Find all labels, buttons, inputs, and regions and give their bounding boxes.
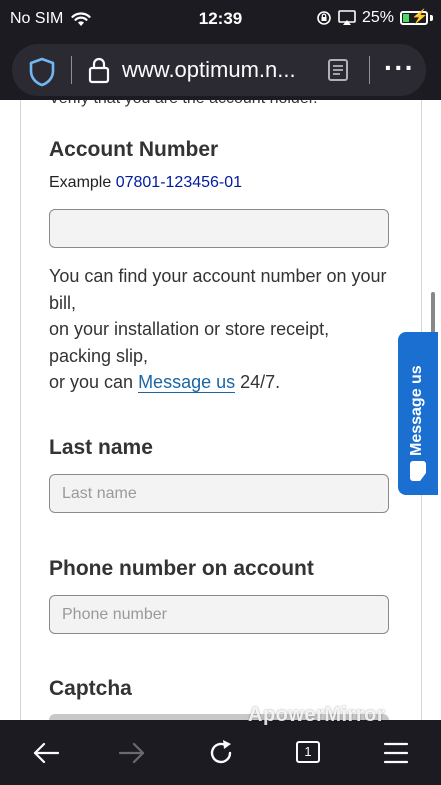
account-number-example: Example 07801-123456-01	[49, 174, 242, 192]
battery-percent: 25%	[361, 9, 394, 26]
tabs-button[interactable]: 1	[296, 741, 320, 763]
help-prefix: or you can	[49, 372, 139, 392]
forward-arrow-icon[interactable]	[117, 738, 147, 768]
example-value: 07801-123456-01	[115, 174, 243, 191]
help-line-1: You can find your account number on your…	[49, 266, 387, 313]
last-name-input[interactable]	[49, 474, 389, 513]
more-menu-icon[interactable]: ···	[384, 52, 415, 84]
tab-count: 1	[304, 744, 312, 759]
status-bar: No SIM 12:39 25% ⚡	[0, 0, 441, 38]
address-bar[interactable]: www.optimum.n... ···	[12, 44, 426, 96]
status-right: 25% ⚡	[316, 9, 433, 27]
last-name-label: Last name	[49, 436, 153, 459]
browser-toolbar: www.optimum.n... ···	[0, 38, 441, 100]
page-content: Verify that you are the account holder. …	[20, 100, 422, 720]
battery-tip	[430, 15, 433, 21]
help-line-3: or you can Message us 24/7.	[49, 369, 394, 396]
reload-icon[interactable]	[206, 738, 236, 768]
captcha-label: Captcha	[49, 677, 132, 700]
airplay-icon	[338, 10, 356, 25]
battery-icon: ⚡	[400, 9, 428, 25]
phone-number-input[interactable]	[49, 595, 389, 634]
cutoff-text: Verify that you are the account holder.	[49, 100, 318, 108]
message-us-tab[interactable]: Message us	[398, 332, 438, 495]
lock-icon	[88, 57, 110, 84]
bottom-toolbar: 1	[0, 720, 441, 785]
chat-icon	[410, 461, 426, 481]
message-us-tab-label: Message us	[408, 365, 425, 456]
phone-label: Phone number on account	[49, 557, 314, 580]
help-line-2: on your installation or store receipt, p…	[49, 319, 330, 366]
divider	[71, 56, 72, 84]
account-number-input[interactable]	[49, 209, 389, 248]
watermark: ApowerMirror	[248, 704, 386, 726]
help-suffix: 24/7.	[235, 372, 281, 392]
back-arrow-icon[interactable]	[31, 738, 61, 768]
message-us-link[interactable]: Message us	[138, 372, 236, 393]
orientation-lock-icon	[317, 11, 331, 25]
account-number-label: Account Number	[49, 138, 219, 161]
reader-mode-icon[interactable]	[327, 58, 349, 82]
hamburger-menu-icon[interactable]	[383, 738, 409, 768]
account-number-help: You can find your account number on your…	[49, 263, 394, 396]
divider	[369, 56, 370, 84]
url-text[interactable]: www.optimum.n...	[122, 57, 296, 83]
shield-icon[interactable]	[28, 57, 56, 87]
example-prefix: Example	[49, 174, 116, 191]
